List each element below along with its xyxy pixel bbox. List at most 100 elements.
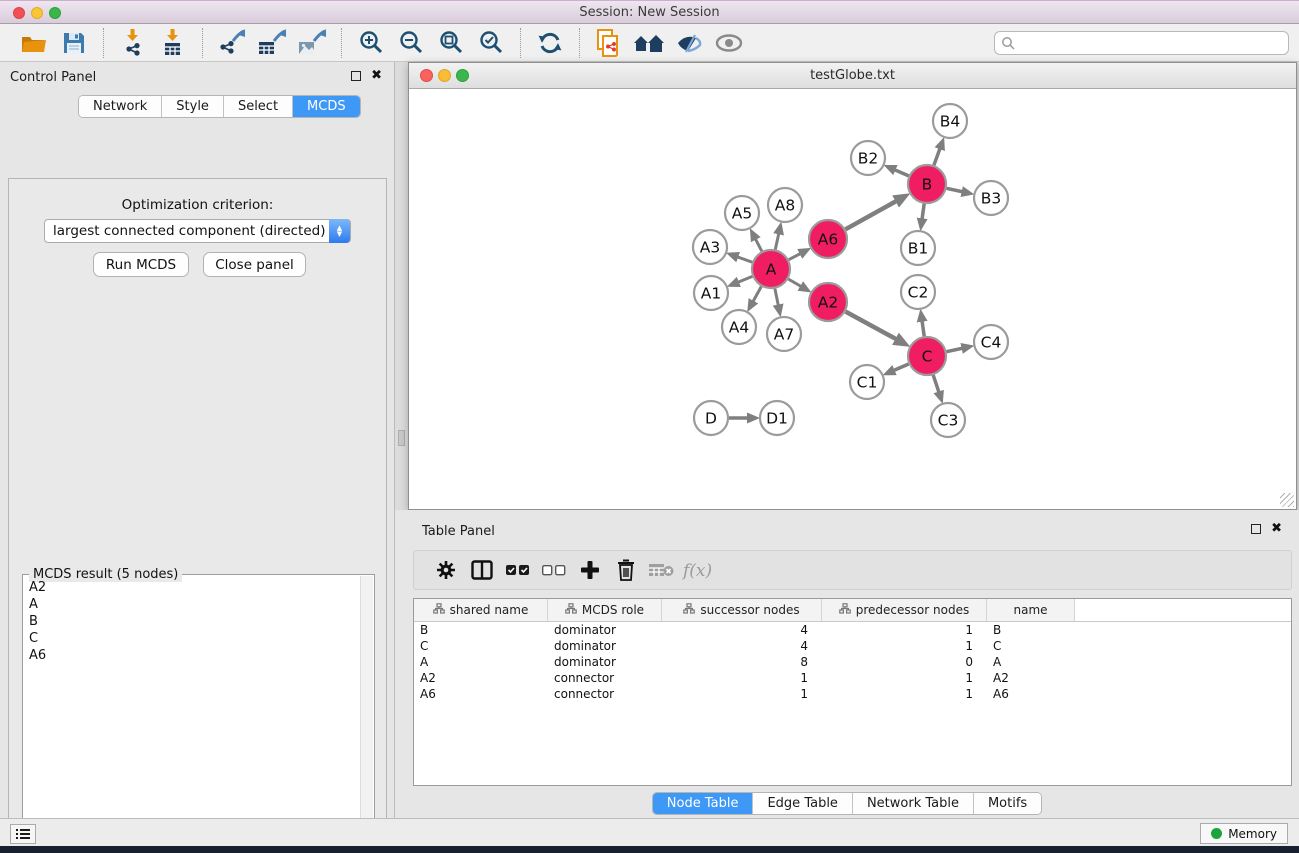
table-cell[interactable]: dominator [548, 622, 662, 638]
open-session-icon[interactable] [17, 28, 51, 58]
table-cell[interactable]: connector [548, 686, 662, 702]
edge-A-A4[interactable] [753, 287, 762, 303]
tab-node-table[interactable]: Node Table [653, 793, 754, 814]
refresh-layout-icon[interactable] [533, 28, 567, 58]
float-table-panel-icon[interactable] [1251, 524, 1261, 534]
graph-node-C2[interactable]: C2 [901, 275, 935, 309]
table-cell[interactable]: 1 [662, 670, 822, 686]
delete-column-icon[interactable] [608, 555, 644, 585]
graph-node-A4[interactable]: A4 [722, 310, 756, 344]
table-cell[interactable]: A [987, 654, 1075, 670]
table-row[interactable]: Cdominator41C [414, 638, 1291, 654]
column-header-predecessor-nodes[interactable]: predecessor nodes [822, 599, 987, 621]
graph-node-A[interactable]: A [752, 250, 790, 288]
edge-A-A2[interactable] [788, 279, 802, 287]
vertical-splitter-handle[interactable] [398, 430, 405, 446]
tab-network[interactable]: Network [79, 96, 162, 117]
close-panel-icon[interactable]: ✖ [371, 71, 382, 81]
edge-A-A1[interactable] [737, 276, 752, 282]
graph-node-B3[interactable]: B3 [974, 181, 1008, 215]
add-column-icon[interactable] [572, 555, 608, 585]
mcds-result-item[interactable]: A6 [24, 647, 359, 664]
graph-node-A2[interactable]: A2 [809, 283, 847, 321]
graph-node-A7[interactable]: A7 [767, 317, 801, 351]
close-panel-button[interactable]: Close panel [203, 252, 306, 277]
edge-C-C4[interactable] [947, 348, 964, 352]
table-row[interactable]: Adominator80A [414, 654, 1291, 670]
column-header-MCDS-role[interactable]: MCDS role [548, 599, 662, 621]
zoom-selected-icon[interactable] [474, 28, 508, 58]
table-cell[interactable]: dominator [548, 638, 662, 654]
graph-node-A1[interactable]: A1 [694, 276, 728, 310]
split-columns-icon[interactable] [464, 555, 500, 585]
table-cell[interactable]: dominator [548, 654, 662, 670]
table-row[interactable]: Bdominator41B [414, 622, 1291, 638]
table-cell[interactable]: 4 [662, 638, 822, 654]
table-row[interactable]: A6connector11A6 [414, 686, 1291, 702]
graph-node-D[interactable]: D [694, 401, 728, 435]
edge-B-B3[interactable] [947, 188, 964, 192]
table-cell[interactable]: 1 [662, 686, 822, 702]
table-cell[interactable]: A2 [414, 670, 548, 686]
graph-node-A8[interactable]: A8 [768, 188, 802, 222]
search-input[interactable] [994, 31, 1289, 55]
deselect-all-columns-icon[interactable] [536, 555, 572, 585]
column-header-name[interactable]: name [987, 599, 1075, 621]
minimize-traffic-light[interactable] [31, 7, 43, 19]
zoom-in-icon[interactable] [354, 28, 388, 58]
edge-C-C2[interactable] [922, 320, 924, 337]
table-cell[interactable]: A6 [414, 686, 548, 702]
select-all-columns-icon[interactable] [500, 555, 536, 585]
import-network-icon[interactable] [116, 28, 150, 58]
table-cell[interactable]: C [987, 638, 1075, 654]
table-cell[interactable]: A6 [987, 686, 1075, 702]
tab-motifs[interactable]: Motifs [974, 793, 1041, 814]
table-cell[interactable]: A2 [987, 670, 1075, 686]
save-session-icon[interactable] [57, 28, 91, 58]
graph-node-C4[interactable]: C4 [974, 325, 1008, 359]
export-network-icon[interactable] [215, 28, 249, 58]
edge-C-C3[interactable] [933, 375, 939, 393]
float-panel-icon[interactable] [351, 71, 361, 81]
edge-A6-B[interactable] [846, 201, 898, 230]
table-settings-icon[interactable] [428, 555, 464, 585]
export-image-icon[interactable] [295, 28, 329, 58]
edge-A-A3[interactable] [736, 257, 752, 263]
graph-node-B2[interactable]: B2 [851, 141, 885, 175]
graph-node-B[interactable]: B [908, 165, 946, 203]
network-window-titlebar[interactable]: testGlobe.txt [409, 63, 1296, 89]
table-cell[interactable]: 4 [662, 622, 822, 638]
network-close-traffic-light[interactable] [420, 69, 433, 82]
graph-node-A6[interactable]: A6 [809, 220, 847, 258]
table-cell[interactable]: 8 [662, 654, 822, 670]
graph-node-C3[interactable]: C3 [931, 403, 965, 437]
edge-A-A8[interactable] [775, 232, 779, 249]
edge-B-B4[interactable] [934, 147, 941, 165]
new-network-from-selection-icon[interactable] [592, 28, 626, 58]
table-cell[interactable]: 1 [822, 638, 987, 654]
graph-node-D1[interactable]: D1 [760, 401, 794, 435]
graph-node-B4[interactable]: B4 [933, 104, 967, 138]
memory-button[interactable]: Memory [1200, 823, 1288, 844]
table-cell[interactable]: 1 [822, 686, 987, 702]
edge-C-C1[interactable] [893, 364, 909, 371]
window-resize-grip[interactable] [1280, 493, 1294, 507]
close-traffic-light[interactable] [13, 7, 25, 19]
graph-node-A5[interactable]: A5 [725, 196, 759, 230]
export-table-icon[interactable] [255, 28, 289, 58]
graph-node-C1[interactable]: C1 [850, 365, 884, 399]
network-minimize-traffic-light[interactable] [438, 69, 451, 82]
import-table-icon[interactable] [156, 28, 190, 58]
edge-A-A7[interactable] [775, 289, 779, 307]
column-header-shared-name[interactable]: shared name [414, 599, 548, 621]
graph-node-C[interactable]: C [908, 337, 946, 375]
table-cell[interactable]: A [414, 654, 548, 670]
mcds-result-item[interactable]: A [24, 596, 359, 613]
graph-node-B1[interactable]: B1 [901, 231, 935, 265]
edge-A2-C[interactable] [846, 312, 898, 340]
close-table-panel-icon[interactable]: ✖ [1271, 524, 1282, 534]
mcds-result-item[interactable]: A2 [24, 579, 359, 596]
tab-style[interactable]: Style [162, 96, 224, 117]
table-cell[interactable]: connector [548, 670, 662, 686]
column-header-successor-nodes[interactable]: successor nodes [662, 599, 822, 621]
